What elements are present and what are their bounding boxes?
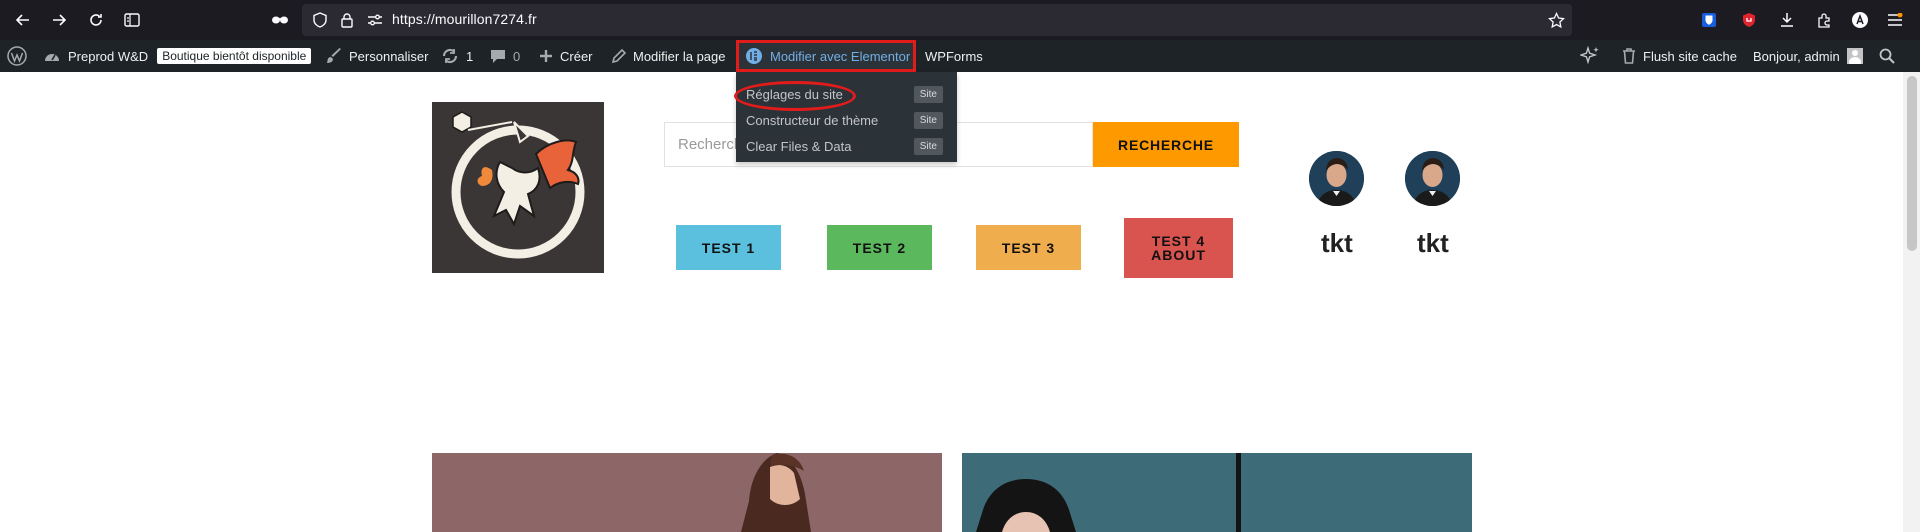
account-menu[interactable]: Bonjour, admin: [1753, 40, 1863, 72]
ublock-icon[interactable]: [1738, 9, 1760, 31]
nav-button-test-3[interactable]: TEST 3: [976, 225, 1081, 270]
nav-button-label: TEST 2: [852, 239, 907, 256]
updates-link[interactable]: 1: [441, 40, 473, 72]
menu-item-tag: Site: [913, 85, 943, 103]
customize-link[interactable]: Personnaliser: [326, 40, 429, 72]
extensions-icon[interactable]: [1813, 9, 1835, 31]
profile-avatar-1[interactable]: [1309, 151, 1364, 206]
edit-with-elementor-button[interactable]: Modifier avec Elementor: [736, 40, 916, 72]
menu-item-tag: Site: [913, 137, 943, 155]
flush-cache-label: Flush site cache: [1643, 48, 1737, 64]
nav-button-test-1[interactable]: TEST 1: [676, 225, 781, 270]
site-name: Preprod W&D: [68, 48, 149, 64]
sparkle-icon: [1580, 46, 1599, 65]
plus-icon: [540, 50, 552, 62]
trash-icon: [1623, 48, 1635, 64]
updates-icon: [442, 48, 458, 64]
person-photo: [1309, 151, 1364, 206]
menu-item-tag: Site: [913, 111, 943, 129]
wordpress-logo-icon[interactable]: [7, 40, 27, 72]
pencil-icon: [611, 48, 626, 63]
status-badge: Boutique bientôt disponible: [157, 48, 312, 64]
edit-page-label: Modifier la page: [633, 48, 726, 64]
elementor-label: Modifier avec Elementor: [770, 48, 911, 64]
nav-button-test-4-about[interactable]: TEST 4 ABOUT: [1124, 218, 1233, 278]
nav-button-test-2[interactable]: TEST 2: [827, 225, 932, 270]
comments-link[interactable]: 0: [490, 40, 520, 72]
menu-item-label: Constructeur de thème: [746, 112, 879, 128]
avatar: [1846, 48, 1863, 64]
wpforms-label: WPForms: [925, 48, 983, 64]
search-icon[interactable]: [1879, 40, 1895, 72]
content-image-left[interactable]: [432, 453, 942, 532]
man-photo: [962, 453, 1472, 532]
brush-icon: [327, 48, 341, 63]
nav-button-label: TEST 4 ABOUT: [1151, 233, 1206, 263]
woman-photo: [432, 453, 942, 532]
profile-name-2: tkt: [1417, 228, 1449, 258]
profile-name-1: tkt: [1321, 228, 1353, 258]
browser-toolbar: https://mourillon7274.fr: [0, 0, 1920, 40]
updates-count: 1: [466, 48, 474, 64]
elementor-icon: [746, 48, 762, 64]
menu-icon[interactable]: [1884, 9, 1906, 31]
dragon-logo-image: [451, 111, 585, 259]
wpforms-menu[interactable]: WPForms: [925, 40, 983, 72]
comment-icon: [491, 49, 505, 63]
edit-page-link[interactable]: Modifier la page: [611, 40, 726, 72]
reload-icon[interactable]: [85, 9, 107, 31]
content-image-right[interactable]: [962, 453, 1472, 532]
lock-icon[interactable]: [336, 9, 358, 31]
incognito-icon: [269, 9, 291, 31]
nav-button-label: TEST 1: [701, 239, 756, 256]
forward-icon[interactable]: [48, 9, 70, 31]
create-menu[interactable]: Créer: [539, 40, 593, 72]
ai-assistant-button[interactable]: [1580, 40, 1600, 72]
flush-cache-link[interactable]: Flush site cache: [1622, 40, 1737, 72]
customize-label: Personnaliser: [349, 48, 429, 64]
search-button[interactable]: RECHERCHE: [1093, 122, 1239, 167]
profile-avatar-2[interactable]: [1405, 151, 1460, 206]
back-icon[interactable]: [12, 9, 34, 31]
menu-item-theme-builder[interactable]: Constructeur de thème Site: [736, 107, 957, 133]
highlight-oval: [734, 81, 856, 111]
wp-admin-bar: Preprod W&D Boutique bientôt disponible …: [0, 40, 1920, 72]
bitwarden-icon[interactable]: [1698, 9, 1720, 31]
comments-count: 0: [513, 48, 521, 64]
menu-item-label: Clear Files & Data: [746, 138, 852, 154]
download-icon[interactable]: [1776, 9, 1798, 31]
dashboard-icon: [45, 54, 59, 61]
site-logo[interactable]: [432, 102, 604, 273]
person-photo: [1405, 151, 1460, 206]
search-button-label: RECHERCHE: [1118, 136, 1214, 153]
shield-icon[interactable]: [309, 9, 331, 31]
scrollbar-thumb[interactable]: [1907, 76, 1917, 251]
menu-item-clear-files[interactable]: Clear Files & Data Site: [736, 133, 957, 159]
permissions-icon[interactable]: [364, 9, 386, 31]
account-icon[interactable]: [1849, 9, 1871, 31]
site-name-menu[interactable]: Preprod W&D Boutique bientôt disponible: [43, 40, 312, 72]
greeting-label: Bonjour, admin: [1753, 48, 1840, 64]
bookmark-star-icon[interactable]: [1545, 9, 1567, 31]
reader-icon[interactable]: [121, 9, 143, 31]
url-text[interactable]: https://mourillon7274.fr: [392, 11, 537, 27]
nav-button-label: TEST 3: [1001, 239, 1056, 256]
create-label: Créer: [560, 48, 593, 64]
